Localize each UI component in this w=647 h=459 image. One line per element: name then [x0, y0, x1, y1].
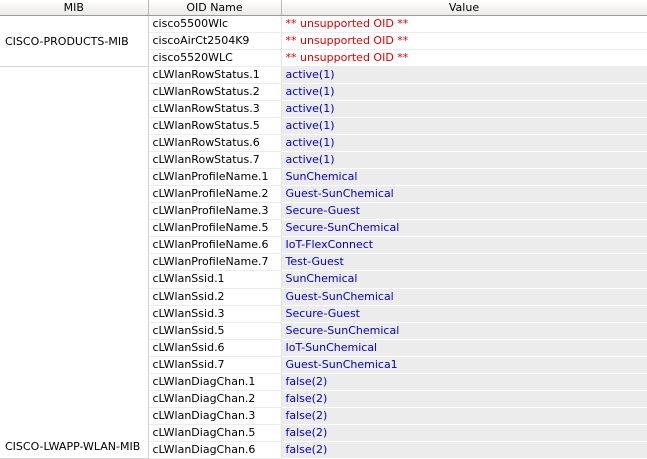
value-cell[interactable]: active(1): [281, 134, 647, 153]
value-cell[interactable]: Secure-Guest: [281, 305, 647, 323]
table-header: MIB OID Name Value: [0, 0, 647, 16]
oid-value: IoT-SunChemical: [285, 340, 378, 354]
oid-value: Guest-SunChemical: [285, 289, 394, 303]
value-cell[interactable]: Secure-SunChemical: [281, 219, 647, 238]
value-cell[interactable]: false(2): [281, 424, 647, 442]
value-cell[interactable]: active(1): [281, 100, 647, 119]
oid-value: active(1): [285, 102, 335, 116]
oid-value: active(1): [285, 136, 335, 150]
mib-results-table[interactable]: MIB OID Name Value CISCO-PRODUCTS-MIB cis…: [0, 0, 647, 459]
oid-name-cell[interactable]: cLWlanProfileName.2: [148, 185, 282, 204]
oid-name-cell[interactable]: cLWlanRowStatus.2: [148, 83, 282, 102]
table-row[interactable]: CISCO-LWAPP-WLAN-MIB cLWlanRowStatus.1 act…: [0, 66, 647, 459]
oid-name-cell[interactable]: cLWlanSsid.2: [148, 288, 282, 306]
mib-name-cell[interactable]: CISCO-PRODUCTS-MIB: [0, 15, 149, 68]
value-cell[interactable]: active(1): [281, 117, 647, 136]
oid-name-cell[interactable]: cLWlanProfileName.6: [148, 236, 282, 255]
oid-value: Guest-SunChemica1: [285, 357, 398, 371]
value-cell[interactable]: Secure-Guest: [281, 202, 647, 221]
value-cell[interactable]: false(2): [281, 390, 647, 408]
unsupported-oid-value: ** unsupported OID **: [285, 34, 409, 48]
value-cell[interactable]: Guest-SunChemical: [281, 185, 647, 204]
oid-value: false(2): [285, 442, 328, 456]
oid-value: Secure-Guest: [285, 204, 361, 218]
value-cell[interactable]: ** unsupported OID **: [281, 32, 647, 51]
oid-value: active(1): [285, 119, 335, 133]
header-row: MIB OID Name Value: [0, 0, 647, 16]
oid-name-cell[interactable]: cLWlanSsid.3: [148, 305, 282, 323]
oid-value: Secure-SunChemical: [285, 323, 400, 337]
value-cell[interactable]: Secure-SunChemical: [281, 322, 647, 340]
oid-value: IoT-FlexConnect: [285, 238, 374, 252]
oid-name-cell[interactable]: cLWlanSsid.5: [148, 322, 282, 340]
oid-value: Test-Guest: [285, 255, 344, 269]
oid-name-cell[interactable]: cLWlanRowStatus.5: [148, 117, 282, 136]
oid-name-cell[interactable]: cLWlanSsid.7: [148, 356, 282, 374]
oid-name-cell[interactable]: cLWlanDiagChan.2: [148, 390, 282, 408]
oid-name-cell[interactable]: cLWlanProfileName.7: [148, 253, 282, 272]
value-cell[interactable]: IoT-FlexConnect: [281, 236, 647, 255]
table-row[interactable]: CISCO-PRODUCTS-MIB cisco5500Wlc ** unsuppo…: [0, 15, 647, 68]
oid-value: active(1): [285, 68, 335, 82]
value-cell[interactable]: Guest-SunChemical: [281, 288, 647, 306]
column-header-value[interactable]: Value: [281, 0, 647, 16]
oid-name-cell[interactable]: cisco5520WLC: [148, 49, 282, 68]
oid-value: active(1): [285, 85, 335, 99]
oid-name-cell[interactable]: cLWlanRowStatus.3: [148, 100, 282, 119]
oid-name-cell[interactable]: cLWlanSsid.6: [148, 339, 282, 357]
value-cell[interactable]: active(1): [281, 83, 647, 102]
oid-name-cell[interactable]: cLWlanDiagChan.6: [148, 441, 282, 459]
value-cell[interactable]: active(1): [281, 151, 647, 170]
value-cell[interactable]: Guest-SunChemica1: [281, 356, 647, 374]
oid-name-cell[interactable]: ciscoAirCt2504K9: [148, 32, 282, 51]
oid-name-cell[interactable]: cLWlanProfileName.3: [148, 202, 282, 221]
mib-name-cell[interactable]: CISCO-LWAPP-WLAN-MIB: [0, 66, 149, 459]
value-cell[interactable]: false(2): [281, 407, 647, 425]
value-cell[interactable]: SunChemical: [281, 168, 647, 187]
oid-name-cell[interactable]: cLWlanSsid.1: [148, 270, 282, 289]
oid-value: false(2): [285, 374, 328, 388]
oid-name-cell[interactable]: cLWlanRowStatus.6: [148, 134, 282, 153]
unsupported-oid-value: ** unsupported OID **: [285, 17, 409, 31]
oid-name-cell[interactable]: cLWlanDiagChan.5: [148, 424, 282, 442]
oid-value: SunChemical: [285, 272, 358, 286]
value-cell[interactable]: false(2): [281, 441, 647, 459]
value-cell[interactable]: Test-Guest: [281, 253, 647, 272]
oid-value: false(2): [285, 425, 328, 439]
oid-name-cell[interactable]: cLWlanRowStatus.1: [148, 66, 282, 85]
value-cell[interactable]: ** unsupported OID **: [281, 15, 647, 34]
oid-name-cell[interactable]: cLWlanDiagChan.3: [148, 407, 282, 425]
value-cell[interactable]: SunChemical: [281, 270, 647, 289]
oid-name-cell[interactable]: cisco5500Wlc: [148, 15, 282, 34]
oid-value: active(1): [285, 153, 335, 167]
column-header-mib[interactable]: MIB: [0, 0, 149, 16]
oid-value: Secure-SunChemical: [285, 221, 400, 235]
oid-value: SunChemical: [285, 170, 358, 184]
oid-value: false(2): [285, 391, 328, 405]
unsupported-oid-value: ** unsupported OID **: [285, 51, 409, 65]
value-cell[interactable]: IoT-SunChemical: [281, 339, 647, 357]
oid-name-cell[interactable]: cLWlanDiagChan.1: [148, 373, 282, 391]
oid-name-cell[interactable]: cLWlanRowStatus.7: [148, 151, 282, 170]
table-body: CISCO-PRODUCTS-MIB cisco5500Wlc ** unsuppo…: [0, 15, 647, 459]
oid-value: false(2): [285, 408, 328, 422]
value-cell[interactable]: ** unsupported OID **: [281, 49, 647, 68]
column-header-oid-name[interactable]: OID Name: [148, 0, 282, 16]
value-cell[interactable]: false(2): [281, 373, 647, 391]
oid-value: Secure-Guest: [285, 306, 361, 320]
oid-value: Guest-SunChemical: [285, 187, 394, 201]
oid-name-cell[interactable]: cLWlanProfileName.1: [148, 168, 282, 187]
value-cell[interactable]: active(1): [281, 66, 647, 85]
oid-name-cell[interactable]: cLWlanProfileName.5: [148, 219, 282, 238]
